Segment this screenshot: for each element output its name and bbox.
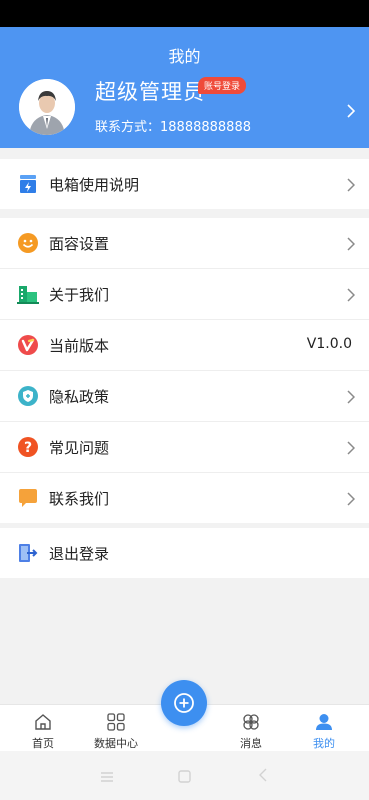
menu-item-about[interactable]: 关于我们 bbox=[0, 269, 369, 320]
plus-circle-icon bbox=[174, 693, 194, 713]
tab-label: 首页 bbox=[32, 737, 54, 750]
menu-item-faq[interactable]: ? 常见问题 bbox=[0, 422, 369, 473]
avatar[interactable] bbox=[19, 79, 75, 135]
question-icon: ? bbox=[17, 436, 39, 458]
status-bar bbox=[0, 0, 369, 27]
menu-item-version[interactable]: 当前版本 V1.0.0 bbox=[0, 320, 369, 371]
login-type-badge: 账号登录 bbox=[198, 77, 247, 94]
chevron-right-icon[interactable] bbox=[347, 103, 356, 122]
tab-data-center[interactable]: 数据中心 bbox=[86, 705, 146, 751]
system-nav-bar bbox=[0, 751, 369, 800]
menu-label: 面容设置 bbox=[49, 235, 110, 253]
logout-icon bbox=[17, 542, 39, 564]
chevron-right-icon bbox=[347, 177, 356, 196]
menu-item-guide[interactable]: 电箱使用说明 bbox=[0, 159, 369, 209]
grid-icon bbox=[106, 712, 126, 732]
tab-label: 消息 bbox=[240, 737, 262, 750]
menu-card-main: 面容设置 关于我们 当前版本 V1.0.0 隐私政策 ? 常见问题 联系我们 bbox=[0, 218, 369, 523]
menu-label: 隐私政策 bbox=[49, 388, 110, 406]
chevron-right-icon bbox=[347, 389, 356, 408]
chevron-right-icon bbox=[347, 287, 356, 306]
menu-card-logout: 退出登录 bbox=[0, 528, 369, 578]
message-icon bbox=[241, 712, 261, 732]
back-icon[interactable] bbox=[258, 767, 267, 786]
menu-item-contact[interactable]: 联系我们 bbox=[0, 473, 369, 523]
tab-mine[interactable]: 我的 bbox=[294, 705, 354, 751]
menu-label: 关于我们 bbox=[49, 286, 110, 304]
username: 超级管理员 bbox=[95, 80, 205, 104]
tab-label: 数据中心 bbox=[94, 737, 138, 750]
shield-icon bbox=[17, 385, 39, 407]
contact-info: 联系方式：18888888888 bbox=[95, 120, 251, 135]
menu-icon[interactable] bbox=[100, 768, 114, 787]
electric-box-icon bbox=[17, 173, 39, 195]
home-icon bbox=[33, 712, 53, 732]
menu-label: 退出登录 bbox=[49, 545, 110, 563]
chevron-right-icon bbox=[347, 236, 356, 255]
tab-messages[interactable]: 消息 bbox=[221, 705, 281, 751]
chat-icon bbox=[17, 487, 39, 509]
version-icon bbox=[17, 334, 39, 356]
page-title: 我的 bbox=[168, 47, 201, 66]
user-icon bbox=[314, 712, 334, 732]
menu-item-logout[interactable]: 退出登录 bbox=[0, 528, 369, 578]
face-icon bbox=[17, 232, 39, 254]
home-square-icon[interactable] bbox=[178, 768, 191, 787]
tab-home[interactable]: 首页 bbox=[13, 705, 73, 751]
menu-label: 常见问题 bbox=[49, 439, 110, 457]
building-icon bbox=[17, 283, 39, 305]
menu-label: 电箱使用说明 bbox=[49, 176, 140, 194]
menu-card-guide: 电箱使用说明 bbox=[0, 159, 369, 209]
menu-item-face[interactable]: 面容设置 bbox=[0, 218, 369, 269]
profile-header: 我的 超级管理员 账号登录 联系方式：18888888888 bbox=[0, 27, 369, 148]
chevron-right-icon bbox=[347, 440, 356, 459]
menu-item-privacy[interactable]: 隐私政策 bbox=[0, 371, 369, 422]
svg-text:?: ? bbox=[24, 440, 32, 456]
add-button[interactable] bbox=[161, 680, 207, 726]
menu-label: 当前版本 bbox=[49, 337, 110, 355]
menu-label: 联系我们 bbox=[49, 490, 110, 508]
version-value: V1.0.0 bbox=[306, 336, 352, 352]
chevron-right-icon bbox=[347, 491, 356, 510]
tab-label: 我的 bbox=[313, 737, 335, 750]
